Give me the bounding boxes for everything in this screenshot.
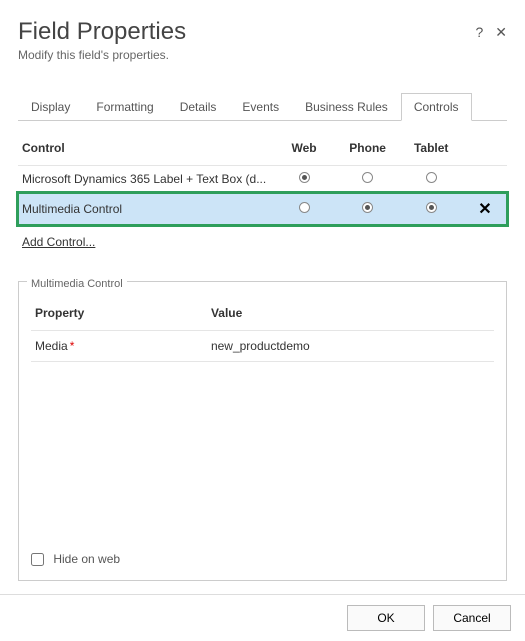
- radio-tablet[interactable]: [426, 172, 437, 183]
- radio-tablet[interactable]: [426, 202, 437, 213]
- control-detail-panel: Multimedia Control Property Value Media*: [18, 281, 507, 581]
- hide-on-web-row: Hide on web: [31, 552, 494, 566]
- tab-business-rules[interactable]: Business Rules: [292, 93, 401, 121]
- help-icon[interactable]: ?: [475, 24, 483, 41]
- required-icon: *: [70, 339, 75, 353]
- add-control-link[interactable]: Add Control...: [18, 235, 95, 249]
- tab-formatting[interactable]: Formatting: [83, 93, 166, 121]
- properties-table: Property Value Media* new_productdemo: [31, 300, 494, 362]
- radio-phone[interactable]: [362, 172, 373, 183]
- col-phone: Phone: [336, 135, 400, 166]
- property-name: Media*: [31, 331, 207, 362]
- controls-table: Control Web Phone Tablet Microsoft Dynam…: [18, 135, 507, 225]
- property-row[interactable]: Media* new_productdemo: [31, 331, 494, 362]
- col-web: Web: [272, 135, 336, 166]
- property-value: new_productdemo: [207, 331, 494, 362]
- radio-web[interactable]: [299, 202, 310, 213]
- dialog-title: Field Properties: [18, 18, 475, 46]
- radio-web[interactable]: [299, 172, 310, 183]
- dialog-subtitle: Modify this field's properties.: [18, 48, 507, 62]
- hide-on-web-checkbox[interactable]: [31, 553, 44, 566]
- remove-control-icon[interactable]: ✕: [478, 201, 491, 218]
- tab-events[interactable]: Events: [229, 93, 292, 121]
- hide-on-web-label: Hide on web: [53, 552, 120, 566]
- col-tablet: Tablet: [399, 135, 463, 166]
- control-name: Microsoft Dynamics 365 Label + Text Box …: [18, 166, 272, 193]
- dialog-footer: OK Cancel: [0, 594, 525, 641]
- close-icon[interactable]: ✕: [495, 24, 507, 41]
- controls-tab-content: Control Web Phone Tablet Microsoft Dynam…: [18, 121, 507, 581]
- tab-display[interactable]: Display: [18, 93, 83, 121]
- controls-table-body: Microsoft Dynamics 365 Label + Text Box …: [18, 166, 507, 226]
- field-properties-dialog: Field Properties ? ✕ Modify this field's…: [0, 0, 525, 581]
- col-property: Property: [31, 300, 207, 331]
- control-name: Multimedia Control: [18, 193, 272, 226]
- col-value: Value: [207, 300, 494, 331]
- tab-details[interactable]: Details: [167, 93, 230, 121]
- table-row[interactable]: Multimedia Control ✕: [18, 193, 507, 226]
- radio-phone[interactable]: [362, 202, 373, 213]
- tab-bar: Display Formatting Details Events Busine…: [18, 92, 507, 121]
- detail-legend: Multimedia Control: [27, 278, 127, 290]
- cancel-button[interactable]: Cancel: [433, 605, 511, 631]
- col-control: Control: [18, 135, 272, 166]
- ok-button[interactable]: OK: [347, 605, 425, 631]
- table-row[interactable]: Microsoft Dynamics 365 Label + Text Box …: [18, 166, 507, 193]
- tab-controls[interactable]: Controls: [401, 93, 472, 121]
